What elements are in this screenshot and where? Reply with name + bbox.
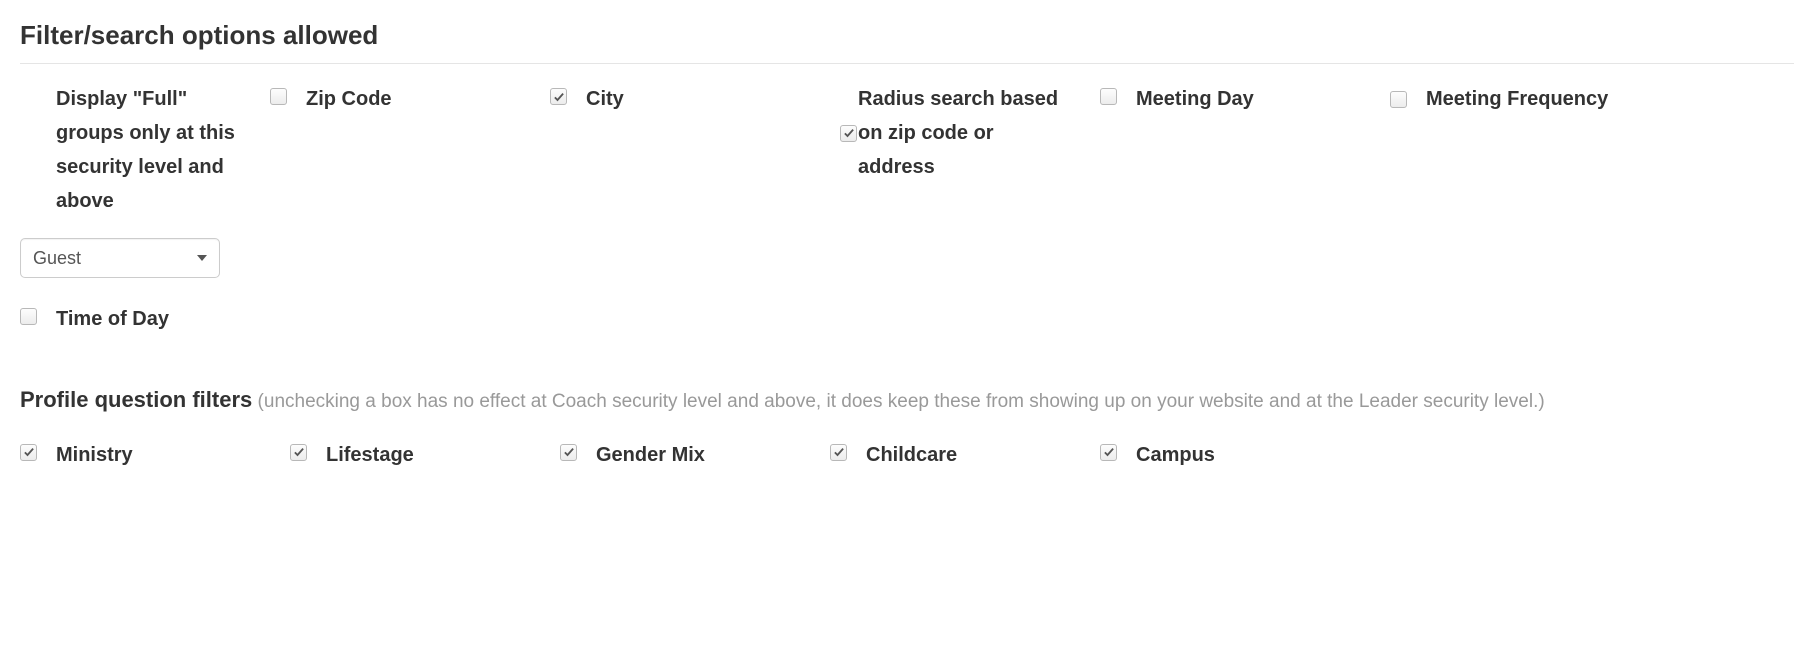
profile-filters-help: (unchecking a box has no effect at Coach… [258,391,1545,412]
section-title: Filter/search options allowed [20,20,1794,64]
zip-code-checkbox[interactable] [270,88,287,105]
profile-filters-row: Ministry Lifestage Gender Mix Childcare [20,438,1794,472]
radius-cell: Radius search based on zip code or addre… [840,82,1100,184]
city-label: City [586,82,624,116]
campus-cell: Campus [1100,438,1370,472]
time-of-day-label: Time of Day [56,302,169,336]
gender-mix-cell: Gender Mix [560,438,830,472]
profile-filters-heading-row: Profile question filters (unchecking a b… [20,380,1794,420]
gender-mix-checkbox[interactable] [560,444,577,461]
ministry-label: Ministry [56,438,133,472]
time-of-day-checkbox[interactable] [20,308,37,325]
ministry-checkbox[interactable] [20,444,37,461]
lifestage-label: Lifestage [326,438,414,472]
profile-filters-heading: Profile question filters [20,387,252,412]
meeting-freq-label: Meeting Frequency [1426,82,1608,116]
lifestage-checkbox[interactable] [290,444,307,461]
radius-label: Radius search based on zip code or addre… [858,82,1070,184]
chevron-down-icon [197,255,207,261]
city-checkbox[interactable] [550,88,567,105]
zip-code-label: Zip Code [306,82,392,116]
childcare-checkbox[interactable] [830,444,847,461]
meeting-day-checkbox[interactable] [1100,88,1117,105]
campus-checkbox[interactable] [1100,444,1117,461]
city-cell: City [550,82,840,116]
meeting-freq-cell: Meeting Frequency [1390,82,1794,116]
filter-options-row: Display "Full" groups only at this secur… [20,82,1794,278]
security-level-select[interactable]: Guest [20,238,220,278]
display-full-cell: Display "Full" groups only at this secur… [20,82,270,278]
campus-label: Campus [1136,438,1215,472]
childcare-label: Childcare [866,438,957,472]
childcare-cell: Childcare [830,438,1100,472]
meeting-day-label: Meeting Day [1136,82,1254,116]
meeting-freq-checkbox[interactable] [1390,91,1407,108]
time-of-day-row: Time of Day [20,302,1794,336]
gender-mix-label: Gender Mix [596,438,705,472]
lifestage-cell: Lifestage [290,438,560,472]
security-level-select-value: Guest [33,248,81,269]
zip-code-cell: Zip Code [270,82,550,116]
radius-checkbox[interactable] [840,125,857,142]
ministry-cell: Ministry [20,438,290,472]
meeting-day-cell: Meeting Day [1100,82,1390,116]
display-full-label: Display "Full" groups only at this secur… [20,82,240,218]
